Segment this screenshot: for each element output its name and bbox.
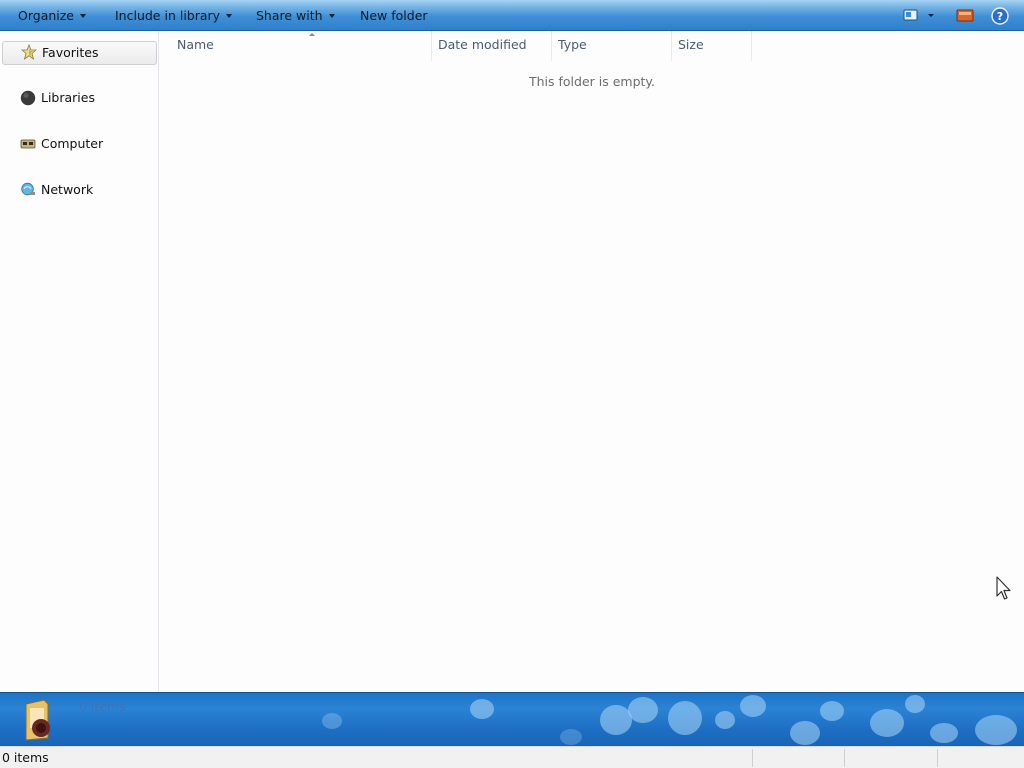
network-icon: [21, 182, 35, 196]
column-header-date-modified[interactable]: Date modified: [432, 31, 552, 61]
column-header-name[interactable]: Name: [171, 31, 432, 61]
computer-icon: [20, 139, 36, 149]
share-with-label: Share with: [256, 8, 323, 23]
chevron-down-icon: [328, 13, 335, 18]
details-item-count: 0 items: [79, 699, 126, 714]
favorites-star-icon: [21, 44, 37, 60]
svg-text:?: ?: [997, 10, 1003, 23]
bokeh-decoration: [905, 695, 925, 713]
nav-item-libraries[interactable]: Libraries: [2, 87, 157, 111]
column-header-label: Type: [558, 37, 587, 52]
nav-item-favorites[interactable]: Favorites: [2, 41, 157, 65]
navigation-pane: Favorites Libraries Computer Network: [0, 31, 159, 692]
chevron-down-icon: [226, 13, 233, 18]
chevron-down-icon: [80, 13, 86, 18]
new-folder-button[interactable]: New folder: [360, 0, 428, 31]
nav-item-label: Computer: [41, 136, 104, 151]
bokeh-decoration: [628, 697, 658, 723]
bokeh-decoration: [715, 711, 735, 729]
column-header-size[interactable]: Size: [672, 31, 752, 61]
nav-item-label: Libraries: [41, 90, 95, 105]
status-divider: [937, 749, 938, 767]
sort-ascending-icon: [309, 33, 315, 36]
mouse-pointer-icon: [996, 576, 1011, 600]
bokeh-decoration: [790, 721, 820, 745]
bokeh-decoration: [975, 715, 1017, 745]
bokeh-decoration: [322, 713, 342, 729]
bokeh-decoration: [560, 729, 582, 745]
bokeh-decoration: [870, 709, 904, 737]
bokeh-decoration: [668, 701, 702, 735]
libraries-icon: [20, 90, 36, 106]
help-icon[interactable]: ?: [991, 7, 1009, 25]
include-in-library-button[interactable]: Include in library: [115, 0, 233, 31]
view-options-icon[interactable]: [902, 8, 938, 23]
nav-item-label: Network: [41, 182, 94, 197]
bokeh-decoration: [820, 701, 844, 721]
organize-label: Organize: [18, 8, 74, 23]
bokeh-decoration: [470, 699, 494, 719]
nav-item-network[interactable]: Network: [2, 179, 157, 203]
share-with-button[interactable]: Share with: [256, 0, 335, 31]
empty-folder-message: This folder is empty.: [528, 74, 656, 89]
column-header-type[interactable]: Type: [552, 31, 672, 61]
column-header-label: Name: [177, 37, 214, 52]
bokeh-decoration: [740, 695, 766, 717]
file-list[interactable]: Name Date modified Type Size This folder…: [159, 31, 1024, 692]
new-folder-label: New folder: [360, 8, 428, 23]
status-divider: [844, 749, 845, 767]
column-header-label: Size: [678, 37, 704, 52]
include-in-library-label: Include in library: [115, 8, 221, 23]
preview-pane-icon[interactable]: [956, 8, 974, 23]
status-item-count: 0 items: [2, 750, 49, 765]
column-header-label: Date modified: [438, 37, 527, 52]
bokeh-decoration: [930, 723, 958, 743]
nav-item-label: Favorites: [42, 45, 99, 60]
command-bar: Organize Include in library Share with N…: [0, 0, 1024, 31]
folder-thumbnail-icon: [25, 699, 50, 741]
organize-button[interactable]: Organize: [18, 0, 86, 31]
status-bar: 0 items: [0, 746, 1024, 768]
status-divider: [752, 749, 753, 767]
nav-item-computer[interactable]: Computer: [2, 133, 157, 157]
details-pane: 0 items: [0, 692, 1024, 746]
